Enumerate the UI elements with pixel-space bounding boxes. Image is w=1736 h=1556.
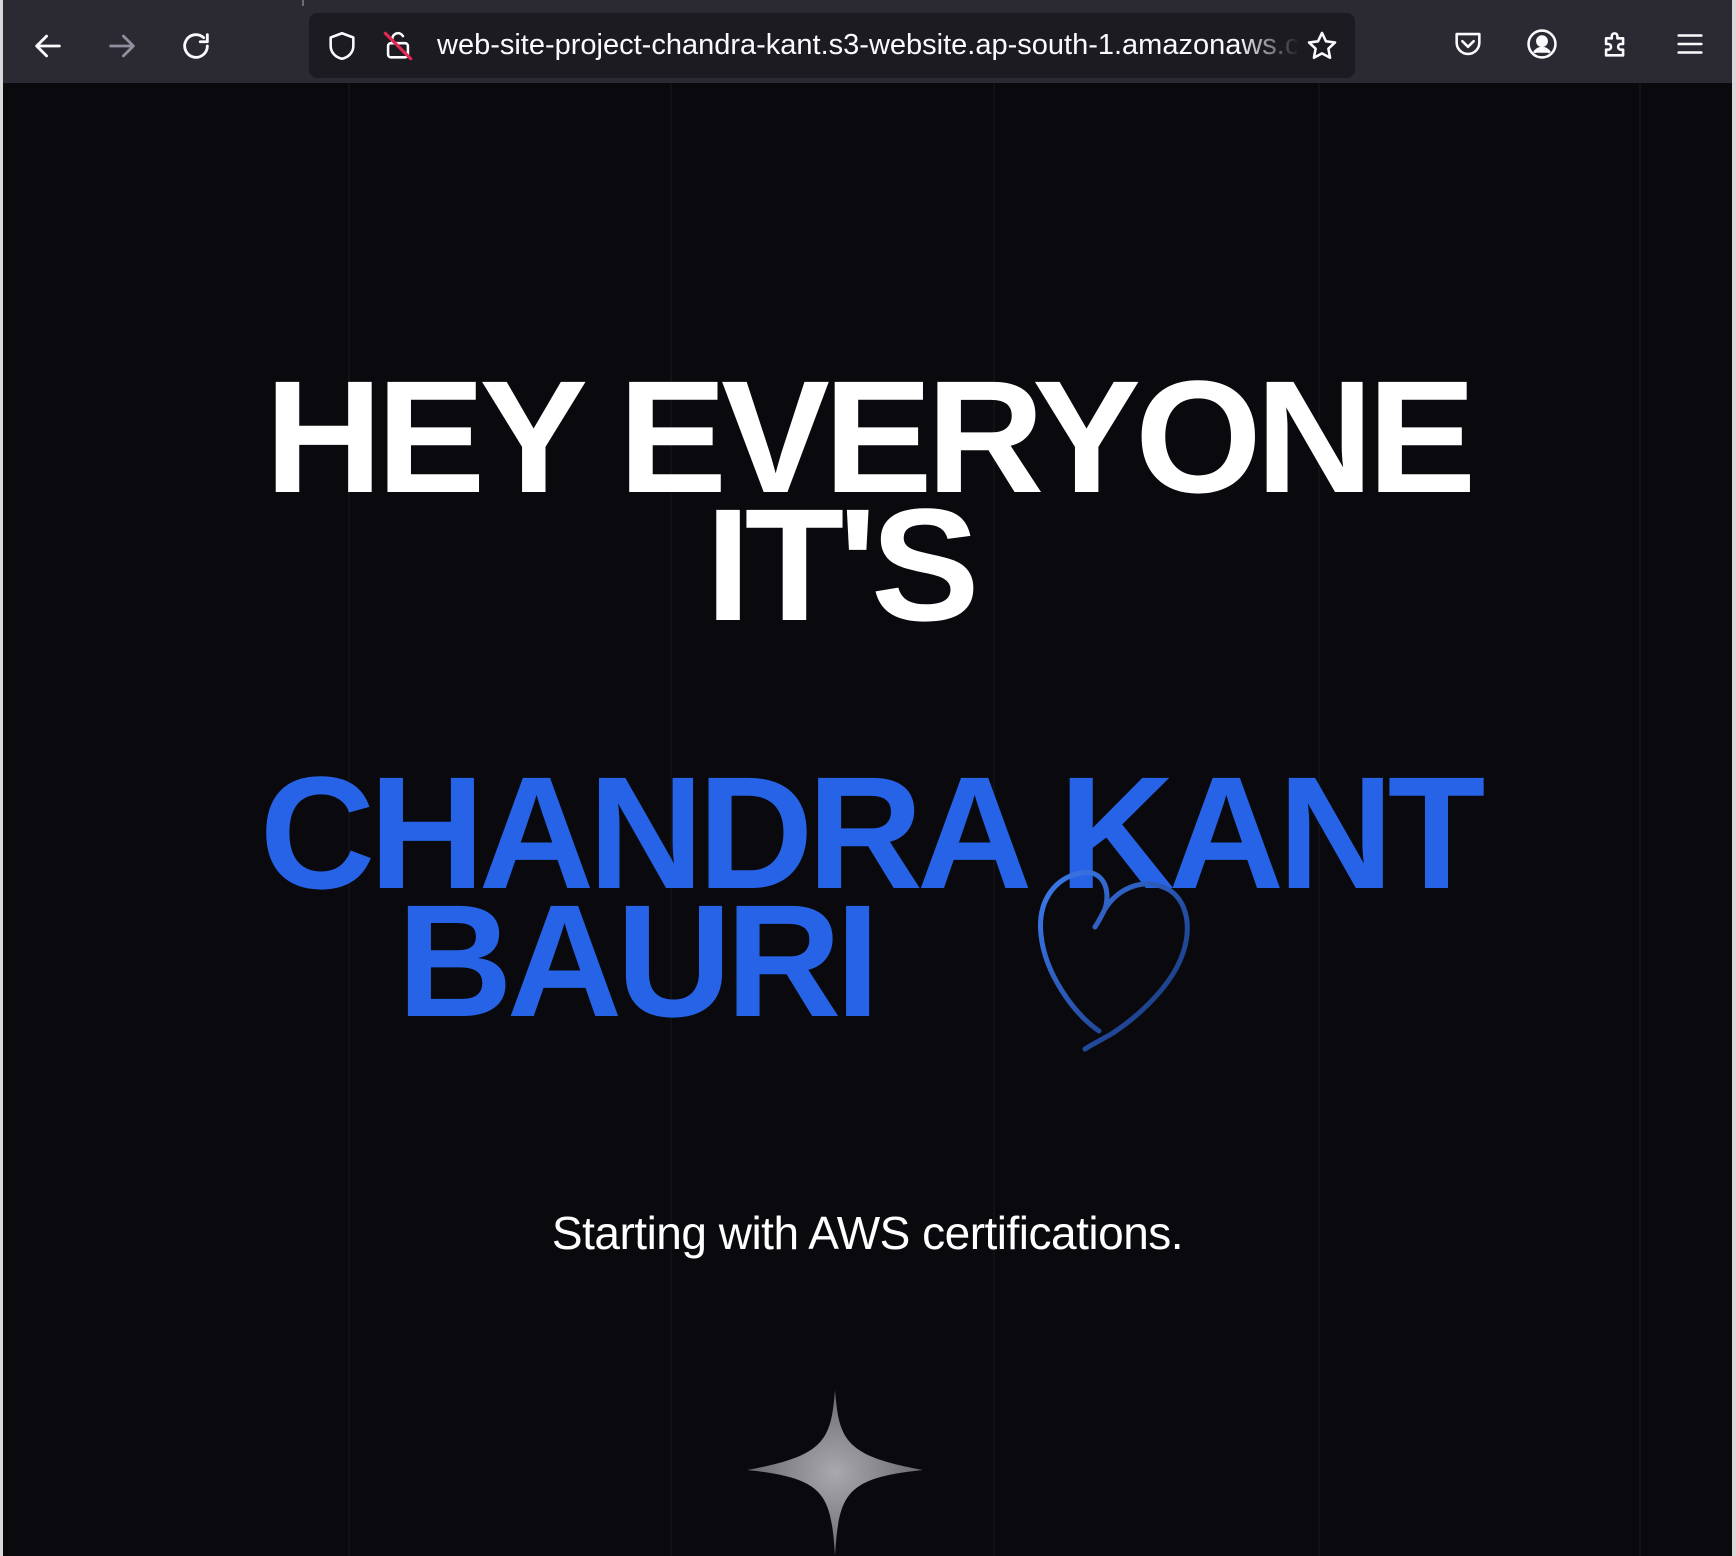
shield-icon: [329, 31, 355, 61]
url-text[interactable]: web-site-project-chandra-kant.s3-website…: [437, 13, 1297, 78]
star-icon: [1307, 31, 1337, 60]
browser-window: web-site-project-chandra-kant.s3-website…: [0, 0, 1736, 1556]
reload-button[interactable]: [168, 18, 224, 74]
pocket-button[interactable]: [1444, 20, 1492, 68]
site-info-button[interactable]: [379, 27, 417, 65]
bookmark-button[interactable]: [1303, 27, 1341, 65]
app-menu-button[interactable]: [1666, 20, 1714, 68]
reload-icon: [183, 33, 209, 59]
hero-tagline: Starting with AWS certifications.: [551, 1207, 1184, 1259]
tracking-protection-button[interactable]: [323, 27, 361, 65]
arrow-right-icon: [109, 34, 135, 58]
hamburger-menu-icon: [1677, 34, 1703, 54]
extensions-button[interactable]: [1592, 20, 1640, 68]
hero-name-line-2: BAURI: [397, 871, 880, 1050]
account-button[interactable]: [1518, 20, 1566, 68]
insecure-lock-icon: [383, 31, 413, 61]
forward-button[interactable]: [94, 18, 150, 74]
account-icon: [1527, 29, 1557, 59]
url-fade: [1239, 13, 1299, 78]
hero-heading-line-2: IT'S: [705, 475, 979, 654]
puzzle-icon: [1604, 32, 1625, 57]
sparkle-star-icon: [747, 1390, 923, 1556]
arrow-left-icon: [35, 34, 61, 58]
page-content: HEY EVERYONE IT'S CHANDRA KANT BAURI Sta…: [3, 83, 1732, 1556]
browser-toolbar: web-site-project-chandra-kant.s3-website…: [0, 0, 1736, 83]
url-bar[interactable]: web-site-project-chandra-kant.s3-website…: [309, 13, 1355, 78]
tab-edge: [302, 0, 304, 6]
back-button[interactable]: [20, 18, 76, 74]
pocket-icon: [1455, 32, 1481, 56]
heart-outline-icon: [1038, 870, 1190, 1052]
